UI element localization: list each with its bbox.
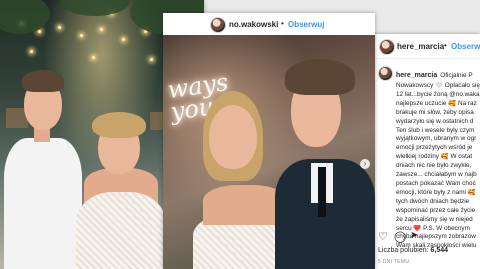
- bride-face: [209, 105, 257, 169]
- caption-line: emocji przeżytych wśród je: [396, 144, 473, 152]
- heart-icon[interactable]: ♡: [378, 230, 388, 243]
- caption-line: postach pokazać Wam choć: [396, 179, 476, 187]
- likes-count: Liczba polubień: 6,544: [378, 247, 448, 254]
- likes-label: Liczba polubień:: [378, 247, 429, 254]
- caption-line: dniach nic nie było zwykłe,: [396, 162, 472, 170]
- avatar[interactable]: [210, 17, 226, 33]
- groom-tie: [318, 167, 326, 217]
- bride-hair: [92, 112, 146, 138]
- caption-line: że zapisaliśmy się w niejed: [396, 215, 473, 223]
- bride-dress: [76, 192, 166, 269]
- caption-line: najlepsze uczucie 🥰 Na raz: [396, 99, 477, 107]
- post-right-header: here_marcia • Obserwuj: [371, 34, 480, 59]
- caption-text: Nowakowscy 🤍 Opłacało się 12 lat...byciе …: [396, 82, 480, 251]
- groom-hair: [22, 70, 64, 92]
- string-light: [150, 58, 153, 61]
- post-middle-photo[interactable]: ways you ›: [163, 35, 375, 269]
- post-middle: no.wakowski • Obserwuj ways you ›: [163, 13, 375, 269]
- string-light: [80, 34, 83, 37]
- username[interactable]: here_marcia: [397, 42, 444, 51]
- caption-line: wspominać przez całe życie: [396, 206, 476, 214]
- post-timestamp: 5 DNI TEMU: [378, 259, 410, 265]
- groom-shirt: [4, 138, 82, 269]
- string-light: [58, 26, 61, 29]
- comment-icon[interactable]: ◯: [394, 230, 406, 243]
- caption-line: tych dwóch dniach będzie: [396, 197, 470, 205]
- caption-username[interactable]: here_marcia: [396, 72, 437, 79]
- caption-line: wyjątkowym, ubranym w ogr: [396, 135, 477, 143]
- string-light: [122, 38, 125, 41]
- avatar[interactable]: [379, 39, 395, 55]
- share-icon[interactable]: ➤: [410, 230, 418, 241]
- post-right: here_marcia • Obserwuj here_marciaOficja…: [371, 34, 480, 269]
- caption-line: wielkiej rodziny 🥰 W ostat: [396, 153, 473, 161]
- foliage: [60, 0, 130, 16]
- caption-line: brakuje mi słów, żeby opisa: [396, 108, 474, 116]
- follow-button[interactable]: Obserwuj: [451, 42, 480, 51]
- caption-avatar[interactable]: [378, 66, 393, 81]
- caption-line: Ten ślub i wesele były czym: [396, 126, 475, 134]
- caption-line: wydarzyło się w ostatnich d: [396, 117, 474, 125]
- string-light: [30, 50, 33, 53]
- post-middle-header: no.wakowski • Obserwuj: [163, 13, 375, 36]
- caption-line: 12 lat...byciе żoną @no.waka: [396, 90, 480, 98]
- caption-line: emocji, które były z nami 🥰: [396, 188, 476, 196]
- caption: here_marcia Oficjalnie P Nowakowscy 🤍 Opł…: [396, 64, 480, 251]
- next-arrow-icon[interactable]: ›: [360, 159, 370, 169]
- separator-dot: •: [281, 19, 284, 28]
- username[interactable]: no.wakowski: [229, 20, 278, 29]
- likes-number: 6,544: [430, 247, 449, 254]
- string-light: [92, 56, 95, 59]
- groom-hair: [285, 59, 355, 95]
- caption-line: Nowakowscy 🤍 Opłacało się: [396, 82, 480, 89]
- caption-line: Oficjalnie P: [440, 72, 473, 79]
- follow-button[interactable]: Obserwuj: [288, 20, 324, 29]
- foliage: [0, 0, 50, 34]
- separator-dot: •: [444, 41, 447, 50]
- post-actions: ♡ ◯ ➤: [378, 230, 478, 244]
- string-light: [38, 30, 41, 33]
- string-light: [100, 28, 103, 31]
- caption-line: zawsze... chciałabym w najb: [396, 171, 477, 179]
